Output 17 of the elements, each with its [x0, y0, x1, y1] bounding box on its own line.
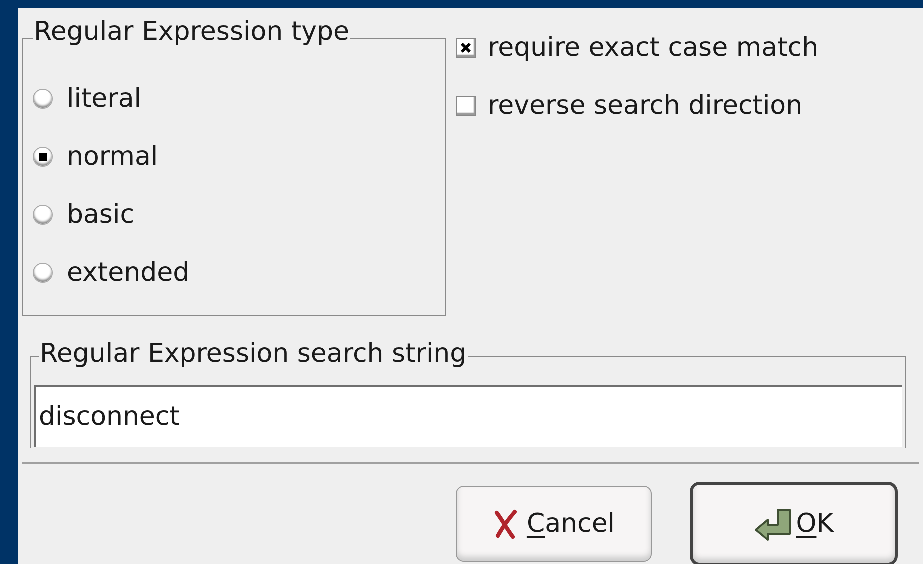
- cross-icon: [492, 509, 519, 539]
- checkbox-label: reverse search direction: [488, 90, 803, 122]
- cancel-button[interactable]: Cancel: [456, 486, 652, 562]
- radio-button[interactable]: [33, 205, 53, 225]
- checkbox-label: require exact case match: [488, 32, 819, 64]
- radio-label: normal: [67, 140, 158, 174]
- radio-button[interactable]: [33, 147, 53, 167]
- radio-label: basic: [67, 198, 135, 232]
- ok-button[interactable]: OK: [690, 482, 898, 564]
- checkbox[interactable]: [456, 96, 476, 116]
- checkbox[interactable]: [456, 38, 476, 58]
- radio-button[interactable]: [33, 263, 53, 283]
- radio-label: extended: [67, 256, 190, 290]
- radio-label: literal: [67, 82, 142, 116]
- radio-button[interactable]: [33, 89, 53, 109]
- search-string-field[interactable]: disconnect: [34, 385, 902, 447]
- cross-mark-icon: [460, 42, 472, 54]
